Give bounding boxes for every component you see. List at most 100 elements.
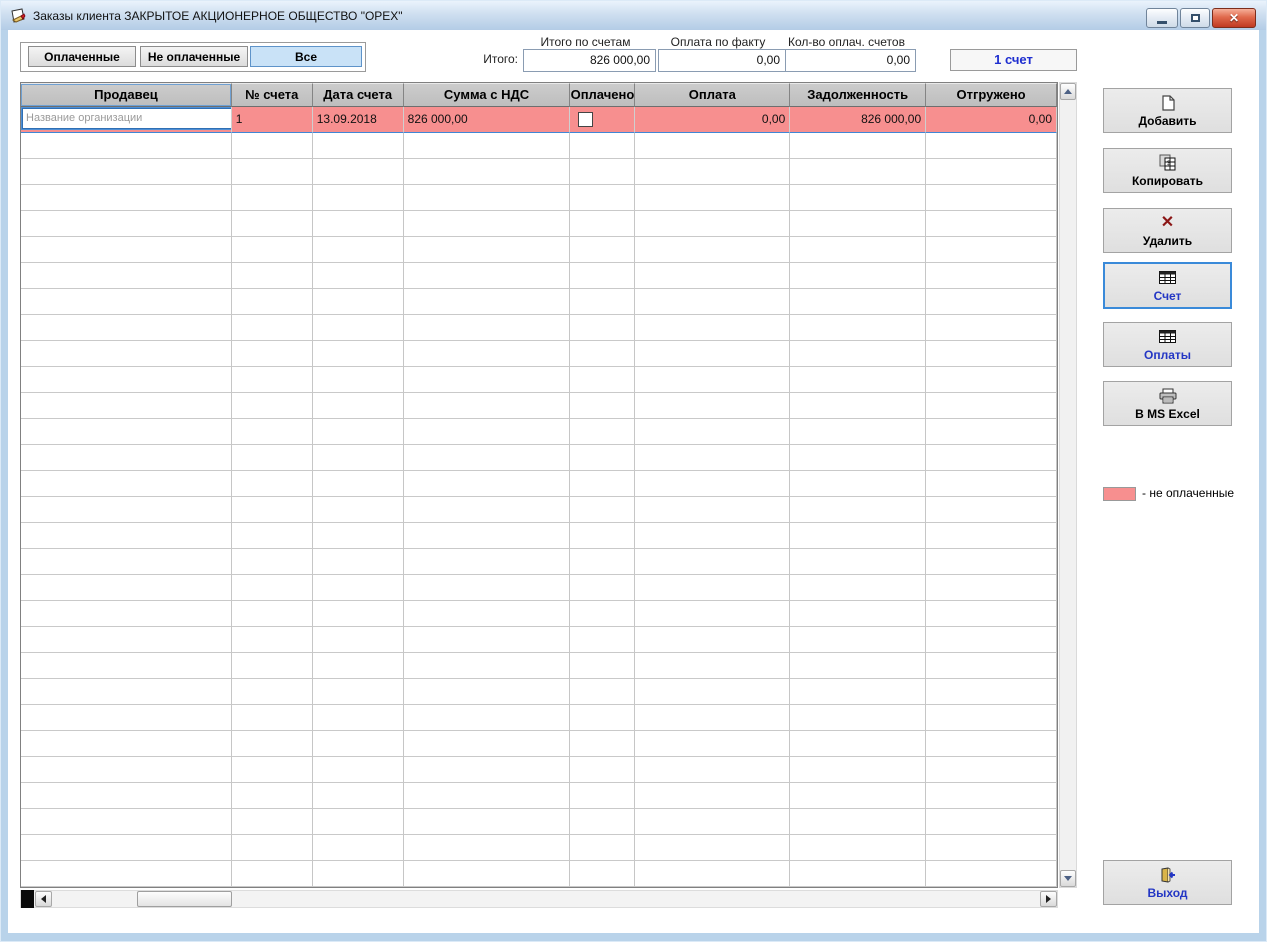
horizontal-scroll-thumb[interactable] bbox=[137, 891, 232, 907]
empty-cell bbox=[21, 211, 232, 237]
totals-prefix-label: Итого: bbox=[483, 52, 518, 66]
empty-cell bbox=[21, 237, 232, 263]
empty-cell bbox=[570, 783, 636, 809]
order-row[interactable]: Название организации 1 13.09.2018 826 00… bbox=[21, 107, 1057, 133]
empty-cell bbox=[635, 341, 791, 367]
empty-cell bbox=[570, 341, 636, 367]
delete-button[interactable]: ✕ Удалить bbox=[1103, 208, 1232, 253]
empty-cell bbox=[790, 575, 927, 601]
empty-cell bbox=[21, 497, 232, 523]
empty-cell bbox=[570, 393, 636, 419]
empty-cell bbox=[231, 133, 313, 159]
empty-cell bbox=[403, 367, 571, 393]
titlebar[interactable]: Заказы клиента ЗАКРЫТОЕ АКЦИОНЕРНОЕ ОБЩЕ… bbox=[1, 1, 1266, 30]
empty-cell bbox=[312, 315, 404, 341]
column-header-payment[interactable]: Оплата bbox=[635, 83, 791, 107]
empty-cell bbox=[926, 185, 1057, 211]
exit-button[interactable]: Выход bbox=[1103, 860, 1232, 905]
empty-cell bbox=[312, 757, 404, 783]
empty-cell bbox=[21, 289, 232, 315]
column-header-paid[interactable]: Оплачено bbox=[570, 83, 636, 107]
empty-cell bbox=[403, 549, 571, 575]
empty-cell bbox=[312, 835, 404, 861]
paid-checkbox[interactable] bbox=[578, 112, 594, 127]
empty-cell bbox=[635, 627, 791, 653]
empty-cell bbox=[312, 263, 404, 289]
empty-cell bbox=[231, 575, 313, 601]
empty-cell bbox=[312, 367, 404, 393]
empty-cell bbox=[312, 237, 404, 263]
grid-empty-row bbox=[21, 549, 1057, 575]
empty-cell bbox=[403, 263, 571, 289]
empty-cell bbox=[635, 809, 791, 835]
column-header-invoice-no[interactable]: № счета bbox=[231, 83, 313, 107]
seller-cell-editor[interactable]: Название организации bbox=[21, 107, 231, 130]
maximize-button[interactable] bbox=[1180, 8, 1210, 28]
empty-cell bbox=[231, 341, 313, 367]
filter-all-button[interactable]: Все bbox=[250, 46, 362, 67]
close-button[interactable]: ✕ bbox=[1212, 8, 1256, 28]
paid-count-field[interactable]: 0,00 bbox=[785, 49, 916, 72]
empty-cell bbox=[790, 341, 927, 367]
grid-empty-row bbox=[21, 185, 1057, 211]
grid-empty-row bbox=[21, 523, 1057, 549]
empty-cell bbox=[635, 679, 791, 705]
empty-cell bbox=[21, 419, 232, 445]
empty-cell bbox=[231, 497, 313, 523]
empty-cell bbox=[403, 523, 571, 549]
empty-cell bbox=[21, 705, 232, 731]
column-header-seller[interactable]: Продавец bbox=[21, 83, 232, 107]
empty-cell bbox=[790, 237, 927, 263]
empty-cell bbox=[635, 263, 791, 289]
grid-empty-row bbox=[21, 419, 1057, 445]
empty-cell bbox=[312, 679, 404, 705]
empty-cell bbox=[635, 497, 791, 523]
column-header-shipped[interactable]: Отгружено bbox=[926, 83, 1057, 107]
grid-empty-row bbox=[21, 445, 1057, 471]
minimize-button[interactable] bbox=[1146, 8, 1178, 28]
total-by-invoices-field[interactable]: 826 000,00 bbox=[523, 49, 656, 72]
copy-button[interactable]: $ Копировать bbox=[1103, 148, 1232, 193]
scroll-left-button[interactable] bbox=[35, 891, 52, 907]
payments-button[interactable]: Оплаты bbox=[1103, 322, 1232, 367]
empty-cell bbox=[21, 731, 232, 757]
invoice-button[interactable]: Счет bbox=[1103, 262, 1232, 309]
empty-cell bbox=[403, 211, 571, 237]
empty-cell bbox=[926, 471, 1057, 497]
filter-paid-button[interactable]: Оплаченные bbox=[28, 46, 136, 67]
printer-icon bbox=[1159, 387, 1177, 405]
scroll-right-button[interactable] bbox=[1040, 891, 1057, 907]
empty-cell bbox=[635, 289, 791, 315]
grid-empty-row bbox=[21, 757, 1057, 783]
empty-cell bbox=[231, 783, 313, 809]
empty-cell bbox=[570, 497, 636, 523]
column-header-amount-vat[interactable]: Сумма с НДС bbox=[403, 83, 571, 107]
debt-cell: 826 000,00 bbox=[790, 107, 927, 133]
empty-cell bbox=[635, 393, 791, 419]
empty-cell bbox=[312, 809, 404, 835]
empty-cell bbox=[926, 809, 1057, 835]
add-button[interactable]: Добавить bbox=[1103, 88, 1232, 133]
scroll-down-button[interactable] bbox=[1060, 870, 1076, 887]
column-header-debt[interactable]: Задолженность bbox=[790, 83, 927, 107]
scroll-up-button[interactable] bbox=[1060, 83, 1076, 100]
empty-cell bbox=[312, 861, 404, 887]
empty-cell bbox=[790, 367, 927, 393]
empty-cell bbox=[790, 315, 927, 341]
window-controls: ✕ bbox=[1144, 8, 1256, 28]
filter-unpaid-button[interactable]: Не оплаченные bbox=[140, 46, 248, 67]
grid-empty-row bbox=[21, 159, 1057, 185]
empty-cell bbox=[790, 705, 927, 731]
unpaid-legend-swatch bbox=[1103, 487, 1136, 501]
horizontal-scrollbar[interactable] bbox=[20, 890, 1058, 908]
empty-cell bbox=[21, 549, 232, 575]
grid-empty-row bbox=[21, 315, 1057, 341]
empty-cell bbox=[312, 341, 404, 367]
excel-button[interactable]: В MS Excel bbox=[1103, 381, 1232, 426]
vertical-scrollbar[interactable] bbox=[1059, 82, 1077, 888]
column-header-invoice-date[interactable]: Дата счета bbox=[312, 83, 404, 107]
empty-cell bbox=[570, 471, 636, 497]
paid-fact-field[interactable]: 0,00 bbox=[658, 49, 786, 72]
empty-cell bbox=[635, 575, 791, 601]
empty-cell bbox=[21, 679, 232, 705]
